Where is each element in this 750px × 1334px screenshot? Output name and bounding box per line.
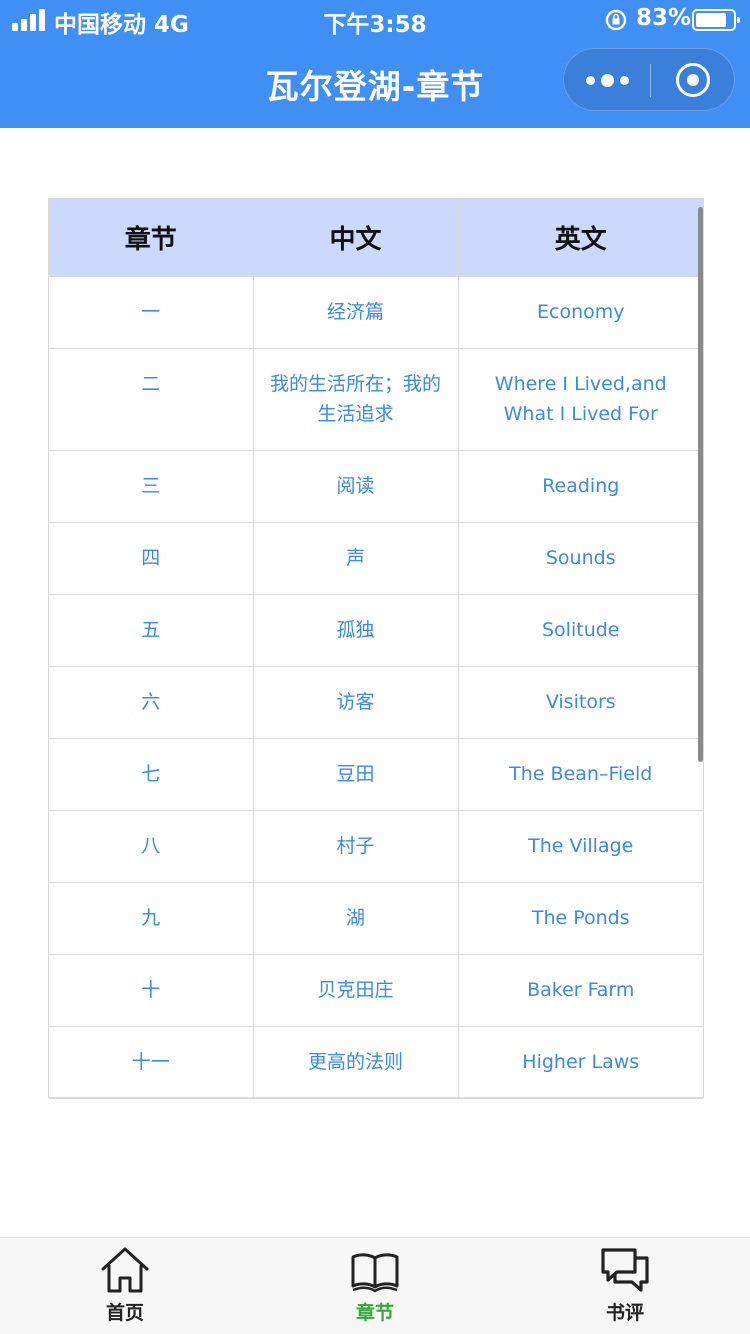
chapter-english-title: Higher Laws: [458, 1026, 703, 1099]
header-chapter: 章节: [49, 199, 254, 277]
bottom-tab-bar: 首页 章节 书评: [0, 1237, 750, 1334]
book-icon: [351, 1253, 399, 1293]
table-row: 五 孤独 Solitude: [49, 594, 703, 667]
table-scrollbar[interactable]: [698, 207, 703, 762]
chapter-chinese-title: 访客: [253, 666, 459, 739]
chapter-number: 二: [49, 348, 254, 451]
tab-reviews-label: 书评: [605, 1302, 644, 1324]
chapter-english-title: Baker Farm: [458, 954, 703, 1027]
chapter-english-title: Economy: [458, 276, 703, 349]
chapter-english-title: Solitude: [458, 594, 703, 667]
table-row: 七 豆田 The Bean–Field: [49, 738, 703, 811]
chapter-number: 六: [49, 666, 254, 739]
chapter-chinese-title: 村子: [253, 810, 459, 883]
battery-percent: 83%: [636, 5, 692, 31]
table-row: 一 经济篇 Economy: [49, 276, 703, 349]
chapter-english-title: The Village: [458, 810, 703, 883]
chapter-chinese-title: 我的生活所在；我的生活追求: [253, 348, 459, 451]
chapter-table-container[interactable]: 章节 中文 英文 一 经济篇 Economy 二 我的生活所在；我的生活追求 W…: [48, 198, 704, 1099]
status-bar: 中国移动 4G 下午3:58 83%: [0, 0, 750, 40]
more-dot-icon: [600, 74, 614, 87]
chapter-number: 四: [49, 522, 254, 595]
table-row: 八 村子 The Village: [49, 810, 703, 883]
top-header: 中国移动 4G 下午3:58 83% 瓦尔登湖-章节: [0, 0, 750, 128]
more-dot-icon: [585, 76, 595, 85]
table-row: 六 访客 Visitors: [49, 666, 703, 739]
tab-home[interactable]: 首页: [0, 1238, 250, 1334]
header-chinese: 中文: [253, 199, 459, 277]
more-menu-button[interactable]: [564, 49, 650, 112]
chapter-english-title: The Ponds: [458, 882, 703, 955]
battery-icon: [692, 9, 740, 31]
tab-chapters-label: 章节: [355, 1302, 394, 1324]
close-program-button[interactable]: [676, 63, 710, 97]
chapter-number: 八: [49, 810, 254, 883]
chapter-chinese-title: 孤独: [253, 594, 459, 667]
chapter-chinese-title: 阅读: [253, 450, 459, 523]
chapter-english-title: Reading: [458, 450, 703, 523]
table-row: 十一 更高的法则 Higher Laws: [49, 1026, 703, 1099]
chapter-english-title: The Bean–Field: [458, 738, 703, 811]
chapter-chinese-title: 经济篇: [253, 276, 459, 349]
chapter-number: 五: [49, 594, 254, 667]
chapter-english-title: Visitors: [458, 666, 703, 739]
table-header-row: 章节 中文 英文: [49, 199, 703, 277]
mini-program-capsule: [563, 48, 735, 111]
table-row: 二 我的生活所在；我的生活追求 Where I Lived,and What I…: [49, 348, 703, 451]
table-row: 三 阅读 Reading: [49, 450, 703, 523]
chapter-chinese-title: 更高的法则: [253, 1026, 459, 1099]
chapter-number: 十一: [49, 1026, 254, 1099]
chapter-number: 十: [49, 954, 254, 1027]
home-icon: [101, 1247, 149, 1293]
header-english: 英文: [458, 199, 703, 277]
tab-home-label: 首页: [105, 1302, 144, 1324]
more-dot-icon: [619, 76, 629, 85]
chapter-number: 一: [49, 276, 254, 349]
chapter-table: 章节 中文 英文 一 经济篇 Economy 二 我的生活所在；我的生活追求 W…: [49, 199, 703, 1099]
table-row: 九 湖 The Ponds: [49, 882, 703, 955]
chapter-chinese-title: 贝克田庄: [253, 954, 459, 1027]
tab-chapters[interactable]: 章节: [250, 1238, 500, 1334]
capsule-divider: [650, 64, 651, 97]
chapter-number: 七: [49, 738, 254, 811]
chapter-chinese-title: 声: [253, 522, 459, 595]
tab-reviews[interactable]: 书评: [500, 1238, 750, 1334]
chapter-number: 九: [49, 882, 254, 955]
chapter-number: 三: [49, 450, 254, 523]
chapter-chinese-title: 湖: [253, 882, 459, 955]
chapter-english-title: Sounds: [458, 522, 703, 595]
chapter-english-title: Where I Lived,and What I Lived For: [458, 348, 703, 451]
table-row: 四 声 Sounds: [49, 522, 703, 595]
rotation-lock-icon: [605, 9, 627, 31]
chat-icon: [601, 1248, 649, 1292]
chapter-chinese-title: 豆田: [253, 738, 459, 811]
table-row: 十 贝克田庄 Baker Farm: [49, 954, 703, 1027]
